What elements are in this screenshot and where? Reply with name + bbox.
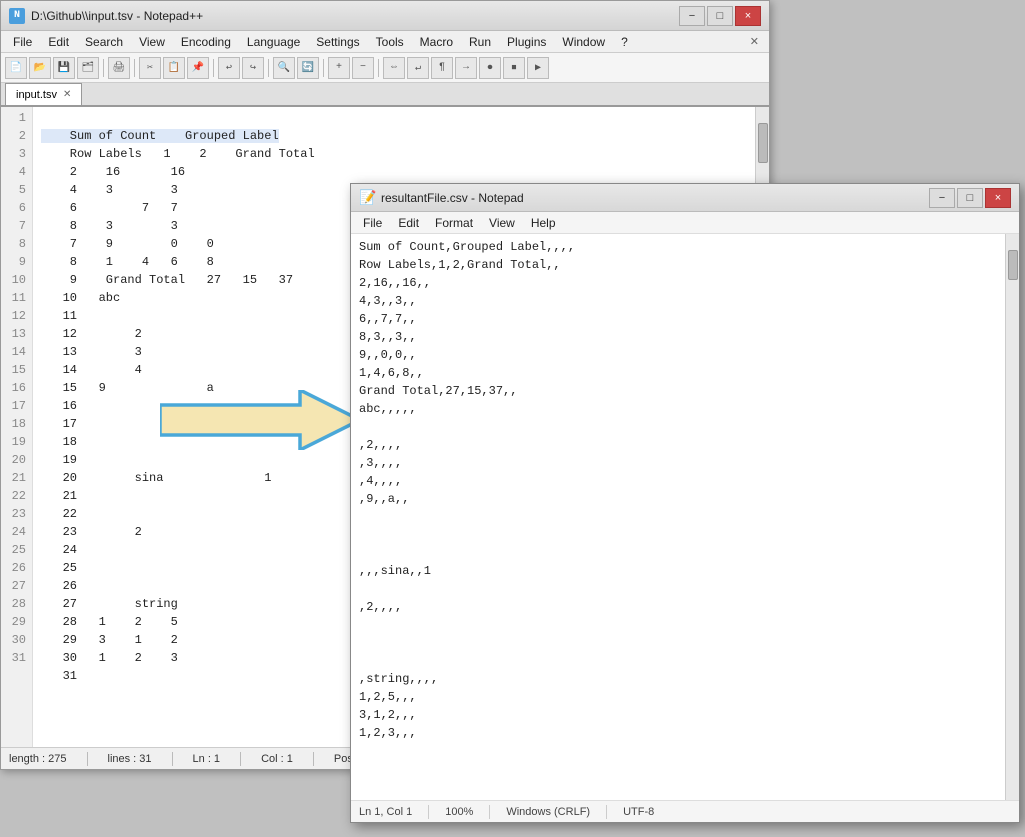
npp-win-controls: − □ × <box>679 6 761 26</box>
tb-replace[interactable]: 🔄 <box>297 57 319 79</box>
npp-menu-language[interactable]: Language <box>239 33 308 51</box>
notepad-window: 📝 resultantFile.csv - Notepad − □ × File… <box>350 183 1020 823</box>
npp-status-col: Col : 1 <box>261 753 293 765</box>
tb-saveall[interactable]: 🗂 <box>77 57 99 79</box>
npp-close-btn[interactable]: × <box>735 6 761 26</box>
np-menu-edit[interactable]: Edit <box>390 214 427 232</box>
npp-menubar: File Edit Search View Encoding Language … <box>1 31 769 53</box>
tb-save[interactable]: 💾 <box>53 57 75 79</box>
np-menubar: File Edit Format View Help <box>351 212 1019 234</box>
npp-menu-help[interactable]: ? <box>613 33 636 51</box>
tb-sep5 <box>323 59 324 77</box>
np-editor-content[interactable]: Sum of Count,Grouped Label,,,, Row Label… <box>351 234 1005 800</box>
npp-exit-btn[interactable]: ✕ <box>744 33 765 50</box>
np-menu-file[interactable]: File <box>355 214 390 232</box>
np-win-controls: − □ × <box>929 188 1011 208</box>
np-menu-help[interactable]: Help <box>523 214 564 232</box>
npp-status-ln: Ln : 1 <box>193 753 221 765</box>
np-status-zoom: 100% <box>445 806 473 818</box>
npp-toolbar: 📄 📂 💾 🗂 🖨 ✂ 📋 📌 ↩ ↪ 🔍 🔄 + − ⇔ ↵ ¶ → ⏺ ⏹ … <box>1 53 769 83</box>
npp-menu-view[interactable]: View <box>131 33 173 51</box>
tb-redo[interactable]: ↪ <box>242 57 264 79</box>
npp-status-sep4 <box>313 752 314 766</box>
tb-syncscroll[interactable]: ⇔ <box>383 57 405 79</box>
np-title: resultantFile.csv - Notepad <box>381 191 929 205</box>
npp-status-length: length : 275 <box>9 753 67 765</box>
direction-arrow <box>160 390 360 450</box>
npp-app-icon: N <box>9 8 25 24</box>
np-status-sep3 <box>606 805 607 819</box>
npp-menu-encoding[interactable]: Encoding <box>173 33 239 51</box>
np-app-icon: 📝 <box>359 190 375 206</box>
npp-status-sep2 <box>172 752 173 766</box>
np-status-sep1 <box>428 805 429 819</box>
npp-menu-search[interactable]: Search <box>77 33 131 51</box>
tb-indent[interactable]: → <box>455 57 477 79</box>
tb-sep4 <box>268 59 269 77</box>
npp-status-sep3 <box>240 752 241 766</box>
tb-copy[interactable]: 📋 <box>163 57 185 79</box>
tb-sep1 <box>103 59 104 77</box>
np-status-encoding: UTF-8 <box>623 806 654 818</box>
tb-macro-rec[interactable]: ⏺ <box>479 57 501 79</box>
np-close-btn[interactable]: × <box>985 188 1011 208</box>
npp-titlebar: N D:\Github\\input.tsv - Notepad++ − □ × <box>1 1 769 31</box>
npp-maximize-btn[interactable]: □ <box>707 6 733 26</box>
np-minimize-btn[interactable]: − <box>929 188 955 208</box>
npp-minimize-btn[interactable]: − <box>679 6 705 26</box>
tb-paste[interactable]: 📌 <box>187 57 209 79</box>
npp-menu-run[interactable]: Run <box>461 33 499 51</box>
np-status-lineending: Windows (CRLF) <box>506 806 590 818</box>
tb-wordwrap[interactable]: ↵ <box>407 57 429 79</box>
tb-find[interactable]: 🔍 <box>273 57 295 79</box>
npp-line-numbers: 12345 678910 1112131415 1617181920 21222… <box>1 107 33 749</box>
tb-undo[interactable]: ↩ <box>218 57 240 79</box>
tb-allchar[interactable]: ¶ <box>431 57 453 79</box>
npp-tab-close[interactable]: ✕ <box>63 89 71 100</box>
np-scroll-thumb[interactable] <box>1008 250 1018 280</box>
tb-new[interactable]: 📄 <box>5 57 27 79</box>
np-menu-format[interactable]: Format <box>427 214 481 232</box>
np-statusbar: Ln 1, Col 1 100% Windows (CRLF) UTF-8 <box>351 800 1019 822</box>
tb-zoomout[interactable]: − <box>352 57 374 79</box>
tb-open[interactable]: 📂 <box>29 57 51 79</box>
tb-sep2 <box>134 59 135 77</box>
npp-tab-inputtsv[interactable]: input.tsv ✕ <box>5 83 82 105</box>
tb-zoomin[interactable]: + <box>328 57 350 79</box>
npp-menu-macro[interactable]: Macro <box>412 33 461 51</box>
np-scrollbar[interactable] <box>1005 234 1019 800</box>
npp-status-sep1 <box>87 752 88 766</box>
npp-scroll-thumb[interactable] <box>758 123 768 163</box>
tb-macro-play[interactable]: ▶ <box>527 57 549 79</box>
np-status-sep2 <box>489 805 490 819</box>
npp-menu-file[interactable]: File <box>5 33 40 51</box>
npp-menu-window[interactable]: Window <box>554 33 613 51</box>
npp-tab-label: input.tsv <box>16 89 57 101</box>
np-status-lncol: Ln 1, Col 1 <box>359 806 412 818</box>
tb-print[interactable]: 🖨 <box>108 57 130 79</box>
tb-sep3 <box>213 59 214 77</box>
npp-title: D:\Github\\input.tsv - Notepad++ <box>31 9 679 23</box>
tb-sep6 <box>378 59 379 77</box>
arrow-container <box>160 390 360 454</box>
np-maximize-btn[interactable]: □ <box>957 188 983 208</box>
npp-menu-settings[interactable]: Settings <box>308 33 367 51</box>
np-titlebar: 📝 resultantFile.csv - Notepad − □ × <box>351 184 1019 212</box>
np-menu-view[interactable]: View <box>481 214 523 232</box>
npp-tabbar: input.tsv ✕ <box>1 83 769 107</box>
npp-status-lines: lines : 31 <box>108 753 152 765</box>
tb-macro-stop[interactable]: ⏹ <box>503 57 525 79</box>
npp-menu-tools[interactable]: Tools <box>368 33 412 51</box>
npp-menu-plugins[interactable]: Plugins <box>499 33 554 51</box>
tb-cut[interactable]: ✂ <box>139 57 161 79</box>
npp-menu-edit[interactable]: Edit <box>40 33 77 51</box>
